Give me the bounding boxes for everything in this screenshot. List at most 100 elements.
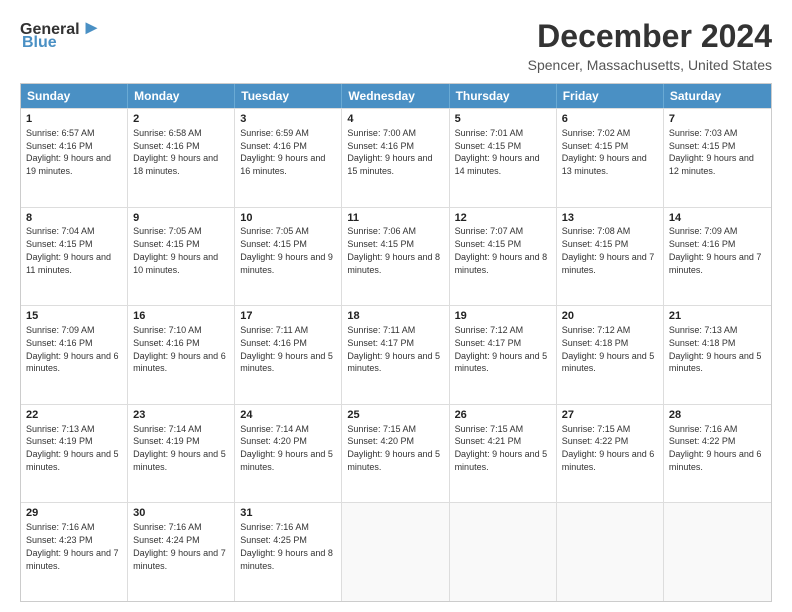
day-number: 2 [133,112,229,127]
day-cell-9: 9Sunrise: 7:05 AMSunset: 4:15 PMDaylight… [128,208,235,306]
sunset-text: Sunset: 4:25 PM [240,535,307,545]
day-cell-27: 27Sunrise: 7:15 AM Sunset: 4:22 PM Dayligh… [557,405,664,503]
day-number: 16 [133,309,229,324]
day-number: 14 [669,211,766,226]
sunset-text: Sunset: 4:15 PM [562,141,629,151]
daylight-text: Daylight: 9 hours and 8 minutes. [455,252,548,275]
day-number: 27 [562,408,658,423]
day-cell-16: 16Sunrise: 7:10 AM Sunset: 4:16 PM Dayligh… [128,306,235,404]
day-cell-1: 1Sunrise: 6:57 AMSunset: 4:16 PMDaylight… [21,109,128,207]
sunrise-text: Sunrise: 7:15 AM [562,424,631,434]
day-number: 10 [240,211,336,226]
day-cell-26: 26Sunrise: 7:15 AMSunset: 4:21 PMDayligh… [450,405,557,503]
sunrise-text: Sunrise: 7:14 AM [133,424,202,434]
sunset-text: Sunset: 4:18 PM [562,338,629,348]
daylight-text: Daylight: 9 hours and 19 minutes. [26,153,111,176]
day-number: 7 [669,112,766,127]
sunrise-text: Sunrise: 7:01 AM [455,128,524,138]
day-cell-18: 18Sunrise: 7:11 AMSunset: 4:17 PMDayligh… [342,306,449,404]
sunset-text: Sunset: 4:23 PM [26,535,93,545]
sunset-text: Sunset: 4:16 PM [26,338,93,348]
sunrise-text: Sunrise: 7:09 AM [669,226,738,236]
daylight-text: Daylight: 9 hours and 6 minutes. [133,351,226,374]
daylight-text: Daylight: 9 hours and 14 minutes. [455,153,540,176]
daylight-text: Daylight: 9 hours and 5 minutes. [347,351,440,374]
daylight-text: Daylight: 9 hours and 6 minutes. [562,449,655,472]
day-cell-29: 29Sunrise: 7:16 AMSunset: 4:23 PMDayligh… [21,503,128,601]
day-cell-2: 2Sunrise: 6:58 AMSunset: 4:16 PMDaylight… [128,109,235,207]
day-number: 12 [455,211,551,226]
daylight-text: Daylight: 9 hours and 5 minutes. [455,449,548,472]
daylight-text: Daylight: 9 hours and 6 minutes. [669,449,762,472]
daylight-text: Daylight: 9 hours and 8 minutes. [240,548,333,571]
day-number: 11 [347,211,443,226]
sunrise-text: Sunrise: 7:16 AM [240,522,309,532]
day-cell-8: 8Sunrise: 7:04 AMSunset: 4:15 PMDaylight… [21,208,128,306]
day-cell-14: 14Sunrise: 7:09 AMSunset: 4:16 PMDayligh… [664,208,771,306]
sunset-text: Sunset: 4:22 PM [562,436,629,446]
sunrise-text: Sunrise: 7:08 AM [562,226,631,236]
header-day-sunday: Sunday [21,84,128,108]
day-number: 22 [26,408,122,423]
day-number: 13 [562,211,658,226]
sunrise-text: Sunrise: 7:06 AM [347,226,416,236]
sunset-text: Sunset: 4:20 PM [347,436,414,446]
day-cell-30: 30Sunrise: 7:16 AMSunset: 4:24 PMDayligh… [128,503,235,601]
header-day-thursday: Thursday [450,84,557,108]
sunrise-text: Sunrise: 6:59 AM [240,128,309,138]
day-number: 28 [669,408,766,423]
sunrise-text: Sunrise: 7:11 AM [347,325,415,335]
header-day-friday: Friday [557,84,664,108]
sunset-text: Sunset: 4:16 PM [669,239,736,249]
day-cell-21: 21Sunrise: 7:13 AMSunset: 4:18 PMDayligh… [664,306,771,404]
empty-cell [664,503,771,601]
day-cell-13: 13Sunrise: 7:08 AMSunset: 4:15 PMDayligh… [557,208,664,306]
sunset-text: Sunset: 4:22 PM [669,436,736,446]
sunrise-text: Sunrise: 7:14 AM [240,424,309,434]
sunrise-text: Sunrise: 7:00 AM [347,128,416,138]
day-cell-11: 11Sunrise: 7:06 AMSunset: 4:15 PMDayligh… [342,208,449,306]
daylight-text: Daylight: 9 hours and 16 minutes. [240,153,325,176]
sunrise-text: Sunrise: 7:10 AM [133,325,202,335]
sunrise-text: Sunrise: 7:12 AM [562,325,631,335]
empty-cell [342,503,449,601]
sunset-text: Sunset: 4:19 PM [26,436,93,446]
sunrise-text: Sunrise: 7:07 AM [455,226,524,236]
day-cell-20: 20Sunrise: 7:12 AMSunset: 4:18 PMDayligh… [557,306,664,404]
day-cell-31: 31Sunrise: 7:16 AMSunset: 4:25 PMDayligh… [235,503,342,601]
sunset-text: Sunset: 4:16 PM [133,338,200,348]
sunset-text: Sunset: 4:16 PM [133,141,200,151]
day-cell-25: 25Sunrise: 7:15 AMSunset: 4:20 PMDayligh… [342,405,449,503]
sunset-text: Sunset: 4:16 PM [240,338,307,348]
day-number: 3 [240,112,336,127]
daylight-text: Daylight: 9 hours and 13 minutes. [562,153,647,176]
sunset-text: Sunset: 4:15 PM [133,239,200,249]
daylight-text: Daylight: 9 hours and 5 minutes. [240,351,333,374]
day-cell-5: 5Sunrise: 7:01 AMSunset: 4:15 PMDaylight… [450,109,557,207]
sunrise-text: Sunrise: 7:13 AM [26,424,95,434]
header-day-monday: Monday [128,84,235,108]
day-number: 5 [455,112,551,127]
day-cell-22: 22Sunrise: 7:13 AMSunset: 4:19 PMDayligh… [21,405,128,503]
sunrise-text: Sunrise: 6:58 AM [133,128,202,138]
day-cell-12: 12Sunrise: 7:07 AM Sunset: 4:15 PM Dayligh… [450,208,557,306]
sunrise-text: Sunrise: 7:02 AM [562,128,631,138]
sunset-text: Sunset: 4:15 PM [669,141,736,151]
sunrise-text: Sunrise: 7:16 AM [133,522,202,532]
week-row-1: 1Sunrise: 6:57 AMSunset: 4:16 PMDaylight… [21,108,771,207]
day-number: 24 [240,408,336,423]
sunset-text: Sunset: 4:16 PM [240,141,307,151]
empty-cell [450,503,557,601]
subtitle: Spencer, Massachusetts, United States [528,57,772,73]
sunset-text: Sunset: 4:20 PM [240,436,307,446]
sunrise-text: Sunrise: 7:12 AM [455,325,524,335]
daylight-text: Daylight: 9 hours and 5 minutes. [347,449,440,472]
daylight-text: Daylight: 9 hours and 10 minutes. [133,252,218,275]
daylight-text: Daylight: 9 hours and 11 minutes. [26,252,111,275]
week-row-2: 8Sunrise: 7:04 AMSunset: 4:15 PMDaylight… [21,207,771,306]
sunrise-text: Sunrise: 7:15 AM [455,424,524,434]
header: General► Blue December 2024 Spencer, Mas… [20,18,772,73]
page: General► Blue December 2024 Spencer, Mas… [0,0,792,612]
sunset-text: Sunset: 4:15 PM [455,239,522,249]
day-cell-10: 10Sunrise: 7:05 AMSunset: 4:15 PMDayligh… [235,208,342,306]
